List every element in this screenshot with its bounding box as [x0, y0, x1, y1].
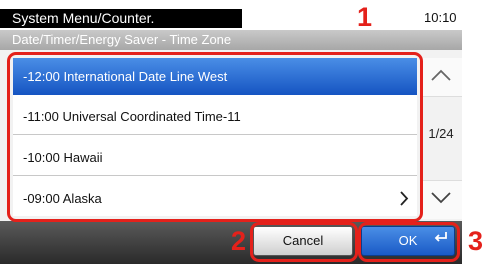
header: System Menu/Counter. 10:10 Date/Timer/En… [0, 0, 462, 50]
callout-number-2: 2 [231, 226, 247, 256]
callout-number-1: 1 [357, 2, 373, 32]
header-title: System Menu/Counter. [0, 9, 242, 28]
clock: 10:10 [424, 10, 457, 25]
callout-box-1 [7, 52, 423, 222]
callout-number-3: 3 [468, 226, 484, 256]
scroll-down-icon [430, 191, 452, 210]
scroll-down-button[interactable] [420, 180, 462, 219]
scroll-up-button[interactable] [420, 58, 462, 97]
breadcrumb: Date/Timer/Energy Saver - Time Zone [0, 30, 462, 50]
page-indicator: 1/24 [428, 126, 454, 141]
callout-box-3 [358, 222, 460, 262]
callout-box-2 [250, 222, 358, 262]
scroll-up-icon [430, 68, 452, 87]
